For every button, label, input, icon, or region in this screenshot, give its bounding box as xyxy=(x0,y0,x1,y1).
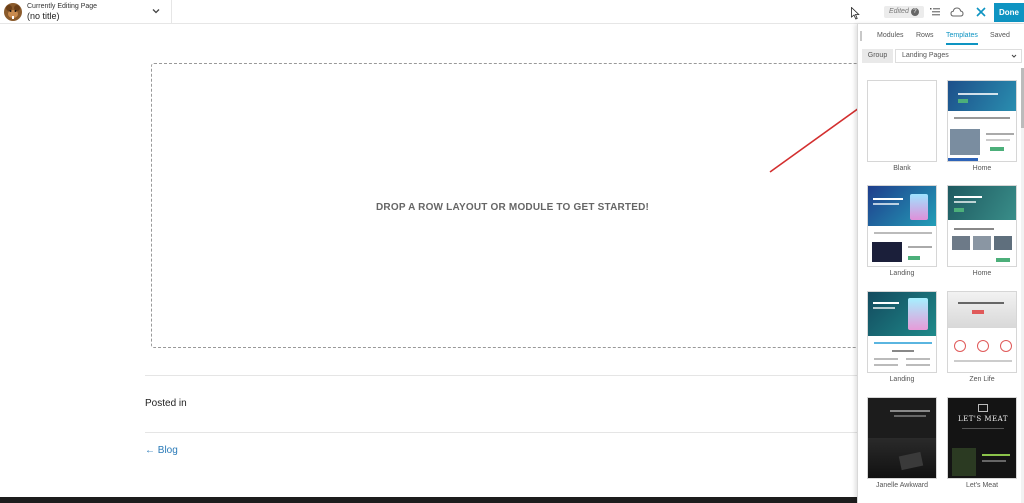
template-zen-life[interactable]: Zen Life xyxy=(947,291,1017,383)
mouse-cursor-icon xyxy=(851,7,860,20)
divider xyxy=(145,432,857,433)
chevron-down-icon xyxy=(1011,54,1017,58)
tab-rows[interactable]: Rows xyxy=(916,32,934,39)
template-home-2[interactable]: Home xyxy=(947,185,1017,277)
back-to-blog-link[interactable]: ← Blog xyxy=(145,445,178,456)
divider xyxy=(171,0,172,24)
template-name: Home xyxy=(972,165,992,172)
beaver-logo-icon xyxy=(4,3,22,21)
panel-tabs: Modules Rows Templates Saved xyxy=(858,24,1024,48)
tab-saved[interactable]: Saved xyxy=(990,32,1010,39)
template-thumbnail xyxy=(867,80,937,162)
template-name: Home xyxy=(972,270,992,277)
template-landing-2[interactable]: Landing xyxy=(867,291,937,383)
template-thumbnail xyxy=(947,185,1017,267)
template-blank[interactable]: Blank xyxy=(867,80,937,172)
help-icon[interactable]: ? xyxy=(910,8,919,16)
outline-icon[interactable] xyxy=(928,5,942,19)
drop-zone-message: DROP A ROW LAYOUT OR MODULE TO GET START… xyxy=(376,202,650,213)
chevron-down-icon[interactable] xyxy=(150,5,162,17)
thumb-title: LET'S MEAT xyxy=(958,415,1008,423)
tab-modules[interactable]: Modules xyxy=(877,32,903,39)
template-thumbnail: LET'S MEAT xyxy=(947,397,1017,479)
template-name: Janelle Awkward xyxy=(875,482,928,489)
template-home-1[interactable]: Home xyxy=(947,80,1017,172)
done-button[interactable]: Done xyxy=(994,3,1024,22)
group-label: Group xyxy=(862,49,893,63)
template-name: Zen Life xyxy=(969,376,995,383)
content-panel: Modules Rows Templates Saved Group Landi… xyxy=(857,24,1024,503)
template-thumbnail xyxy=(947,80,1017,162)
template-thumbnail xyxy=(947,291,1017,373)
template-landing-1[interactable]: Landing xyxy=(867,185,937,277)
group-filter: Group Landing Pages xyxy=(862,49,1022,63)
close-icon[interactable] xyxy=(974,5,988,19)
divider xyxy=(145,375,857,376)
edited-label: Edited xyxy=(889,8,909,15)
template-janelle-awkward[interactable]: Janelle Awkward xyxy=(867,397,937,489)
page-info[interactable]: Currently Editing Page (no title) xyxy=(27,3,97,22)
cloud-icon[interactable] xyxy=(950,5,964,19)
page-title: (no title) xyxy=(27,11,60,21)
template-name: Landing xyxy=(889,376,915,383)
group-select[interactable]: Landing Pages xyxy=(895,49,1022,63)
template-name: Blank xyxy=(893,165,911,172)
top-bar: Currently Editing Page (no title) Edited… xyxy=(0,0,1024,24)
template-thumbnail xyxy=(867,185,937,267)
template-thumbnail xyxy=(867,397,937,479)
tab-templates[interactable]: Templates xyxy=(946,32,978,45)
posted-in-label: Posted in xyxy=(145,398,187,409)
editing-label: Currently Editing Page xyxy=(27,3,98,10)
template-thumbnail xyxy=(867,291,937,373)
template-lets-meat[interactable]: LET'S MEAT Let's Meat xyxy=(947,397,1017,489)
edited-badge[interactable]: Edited? xyxy=(884,6,924,18)
group-select-value: Landing Pages xyxy=(902,52,949,59)
template-name: Landing xyxy=(889,270,915,277)
template-name: Let's Meat xyxy=(965,482,999,489)
